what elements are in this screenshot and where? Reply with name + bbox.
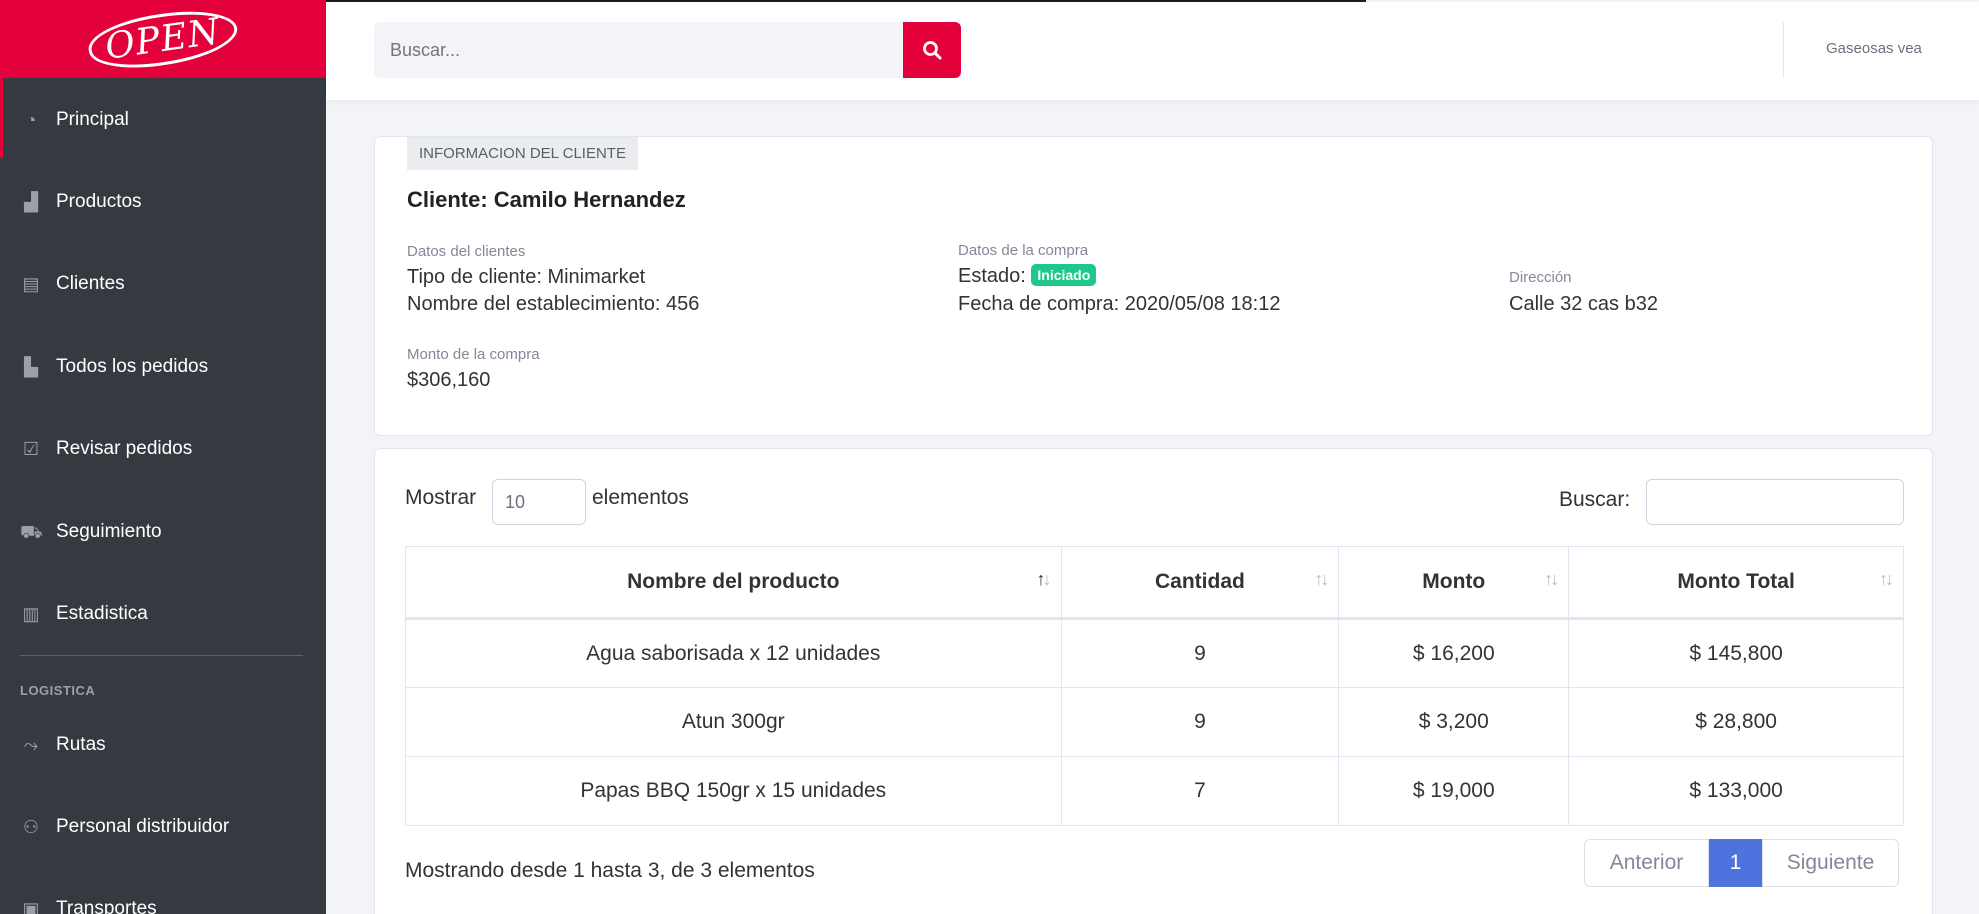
status-badge: Iniciado [1031,263,1097,286]
cell-quantity: 7 [1060,756,1340,826]
sidebar-item-label: Revisar pedidos [56,438,193,459]
search-button[interactable] [903,22,961,78]
sidebar-item-label: Todos los pedidos [56,356,209,377]
sidebar-divider [20,655,303,656]
table-search-label: Buscar: [1559,488,1631,511]
column-header-amount[interactable]: Monto ↑↓ [1338,546,1570,620]
bus-icon: ▣ [22,899,40,914]
sort-icon: ↑↓ [1314,569,1329,589]
sort-icon: ↑↓ [1544,569,1559,589]
chart-bar-icon: ▥ [22,604,40,624]
tachometer-icon: ◔ [25,110,37,130]
table-row: Agua saborisada x 12 unidades 9 $ 16,200… [405,618,1904,688]
products-table: Nombre del producto ↑↓ Cantidad ↑↓ Monto… [405,546,1904,826]
boxes-icon: ▟ [24,192,38,212]
column-header-label: Nombre del producto [627,570,840,593]
search-icon [923,41,942,60]
cell-amount: $ 3,200 [1338,687,1570,757]
sidebar-item-personal-distribuidor[interactable]: ⚇ Personal distribuidor [0,807,326,847]
user-name[interactable]: Gaseosas vea [1826,40,1922,57]
purchase-amount: $306,160 [407,369,491,391]
sidebar-item-label: Clientes [56,273,125,294]
show-entries-suffix: elementos [592,486,689,509]
table-info: Mostrando desde 1 hasta 3, de 3 elemento… [405,859,815,882]
check-square-icon: ☑ [22,439,40,459]
search-input[interactable] [374,22,903,78]
sidebar-item-label: Personal distribuidor [56,816,230,837]
topbar: Gaseosas vea [326,2,1979,100]
brand-logo: OPEN [85,3,241,75]
column-header-quantity[interactable]: Cantidad ↑↓ [1060,546,1340,620]
client-type: Tipo de cliente: Minimarket [407,266,646,288]
store-icon: ▤ [22,274,40,294]
sidebar-item-label: Estadistica [56,603,148,624]
column-header-label: Monto Total [1677,570,1795,593]
cell-product: Agua saborisada x 12 unidades [405,618,1062,688]
column-header-label: Monto [1422,570,1486,593]
sidebar-item-rutas[interactable]: ⤳ Rutas [0,725,326,765]
client-info-card: INFORMACION DEL CLIENTE Cliente: Camilo … [374,136,1933,436]
purchase-amount-label: Monto de la compra [407,346,540,363]
purchase-status: Estado: Iniciado [958,263,1097,288]
purchase-data-label: Datos de la compra [958,242,1089,259]
column-header-label: Cantidad [1155,570,1245,593]
pagination-next-button[interactable]: Siguiente [1762,839,1899,887]
show-entries-label: Mostrar [405,486,477,509]
show-entries-input[interactable] [492,479,586,525]
sidebar-item-transportes[interactable]: ▣ Transportes [0,889,326,914]
sidebar-item-seguimiento[interactable]: ⛟ Seguimiento [0,512,326,552]
client-establishment: Nombre del establecimiento: 456 [407,293,700,315]
cell-total: $ 28,800 [1568,687,1904,757]
sort-icon: ↑↓ [1879,569,1894,589]
table-row: Atun 300gr 9 $ 3,200 $ 28,800 [405,687,1904,757]
sidebar-item-estadistica[interactable]: ▥ Estadistica [0,594,326,634]
cell-quantity: 9 [1060,687,1340,757]
cell-product: Atun 300gr [405,687,1062,757]
address-value: Calle 32 cas b32 [1509,293,1658,315]
truck-icon: ⛟ [20,522,43,542]
sidebar-item-todos-los-pedidos[interactable]: ▙ Todos los pedidos [0,347,326,387]
sidebar-item-label: Seguimiento [56,521,162,542]
pagination-page-1[interactable]: 1 [1709,839,1762,887]
client-info-tag: INFORMACION DEL CLIENTE [407,137,638,170]
sidebar-item-label: Rutas [56,734,106,755]
sidebar-item-label: Transportes [56,898,157,914]
sidebar: OPEN ◔ Principal ▟ Productos ▤ Clientes … [0,0,326,914]
purchase-date: Fecha de compra: 2020/05/08 18:12 [958,293,1281,315]
purchase-status-prefix: Estado: [958,265,1026,287]
sidebar-item-label: Principal [56,109,129,130]
sidebar-item-clientes[interactable]: ▤ Clientes [0,264,326,304]
cell-total: $ 133,000 [1568,756,1904,826]
cell-product: Papas BBQ 150gr x 15 unidades [405,756,1062,826]
users-icon: ⚇ [22,817,40,837]
cell-quantity: 9 [1060,618,1340,688]
route-icon: ⤳ [23,735,39,755]
table-header-row: Nombre del producto ↑↓ Cantidad ↑↓ Monto… [405,546,1904,620]
products-card: Mostrar elementos Buscar: Nombre del pro… [374,448,1933,914]
sidebar-item-productos[interactable]: ▟ Productos [0,182,326,222]
sidebar-section-heading: LOGISTICA [20,683,96,698]
address-label: Dirección [1509,269,1572,286]
pagination-prev-button[interactable]: Anterior [1584,839,1709,887]
topbar-divider [1783,22,1784,78]
column-header-product[interactable]: Nombre del producto ↑↓ [405,546,1062,620]
table-row: Papas BBQ 150gr x 15 unidades 7 $ 19,000… [405,756,1904,826]
sidebar-item-principal[interactable]: ◔ Principal [0,100,326,140]
brand-header[interactable]: OPEN [0,0,326,78]
cell-amount: $ 16,200 [1338,618,1570,688]
client-name: Cliente: Camilo Hernandez [407,187,686,212]
pagination: Anterior 1 Siguiente [1584,839,1899,887]
sidebar-item-label: Productos [56,191,142,212]
cell-amount: $ 19,000 [1338,756,1570,826]
sort-asc-icon: ↑↓ [1036,569,1052,589]
pallet-icon: ▙ [24,357,38,377]
table-search-input[interactable] [1646,479,1904,525]
column-header-total[interactable]: Monto Total ↑↓ [1568,546,1904,620]
search-group [374,22,961,78]
client-data-label: Datos del clientes [407,243,526,260]
cell-total: $ 145,800 [1568,618,1904,688]
sidebar-item-revisar-pedidos[interactable]: ☑ Revisar pedidos [0,429,326,469]
